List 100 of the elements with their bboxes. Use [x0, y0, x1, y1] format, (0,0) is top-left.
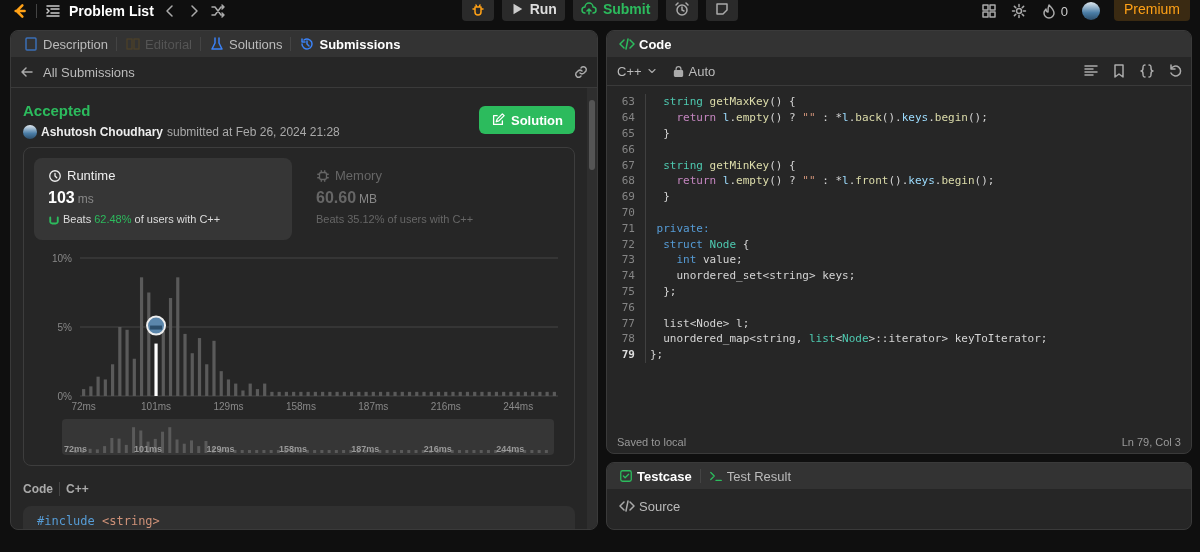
histogram-bar [342, 391, 346, 396]
link-icon [573, 64, 589, 80]
line-number: 66 [620, 142, 636, 156]
histogram-bar [494, 391, 499, 396]
language-label: C++ [66, 482, 89, 496]
beats-text: Beats 62.48% of users with C++ [63, 213, 221, 225]
line-number: 71 [620, 221, 636, 235]
code-line: unordered_map<string, list<Node>::iterator> keyToIterator; [645, 330, 1048, 347]
debug-button[interactable] [461, 0, 494, 21]
histogram-bar [226, 379, 231, 396]
histogram-bar [205, 364, 209, 396]
histogram-bar [103, 379, 107, 396]
grid-icon [980, 3, 997, 19]
source-tab[interactable]: Source [617, 498, 683, 514]
language-select[interactable]: C++ [615, 63, 660, 79]
streak-count: 0 [1060, 3, 1068, 19]
run-button[interactable]: Run [501, 0, 565, 21]
x-tick-label: 129ms [213, 401, 244, 412]
avatar[interactable] [1082, 2, 1100, 20]
line-number: 72 [620, 237, 636, 251]
histogram-bar [161, 331, 165, 396]
histogram-bar [516, 391, 520, 396]
reset-icon [1167, 63, 1183, 79]
code-icon [619, 498, 635, 514]
line-number: 63 [620, 95, 636, 109]
histogram-bar [378, 391, 383, 396]
histogram-bar [248, 383, 252, 396]
histogram-bar [335, 391, 339, 396]
back-arrow-icon [19, 64, 35, 80]
histogram-bar [111, 364, 115, 396]
histogram-bar [154, 343, 158, 396]
histogram-bar [480, 391, 484, 396]
histogram-bar [306, 391, 310, 396]
flask-icon [209, 36, 225, 52]
navigator-label: 101ms [134, 444, 163, 454]
shuffle-icon [209, 3, 226, 19]
y-tick-label: 10% [52, 253, 72, 264]
navigator-label: 129ms [206, 444, 235, 454]
histogram-bar [328, 391, 332, 396]
histogram-bar [277, 391, 281, 396]
histogram-bar [487, 391, 491, 396]
histogram-bar [364, 391, 368, 396]
submit-button[interactable]: Submit [572, 0, 659, 21]
x-tick-label: 244ms [503, 401, 534, 412]
panel-tab[interactable]: Description [21, 36, 111, 52]
stat-card[interactable]: Memory 60.60 MB Beats 35.12% of users with C++ [302, 158, 560, 240]
range-navigator[interactable]: 72ms 101ms 129ms 158ms 187ms 216ms 244ms [62, 419, 554, 455]
code-tab[interactable]: Code [617, 36, 674, 52]
code-line: unordered_set<string> keys; [645, 267, 856, 284]
histogram-bar [321, 391, 325, 396]
document-icon [23, 36, 39, 52]
avatar [23, 125, 37, 139]
histogram-bar [371, 391, 375, 396]
format-icon [1083, 63, 1099, 79]
panel-tab[interactable]: Submissions [297, 36, 403, 52]
histogram-bar [473, 391, 477, 396]
avatar-marker [146, 315, 167, 336]
line-number: 70 [620, 205, 636, 219]
line-number: 64 [620, 111, 636, 125]
stat-card[interactable]: Runtime 103 ms Beats 62.48% of users with C++ [34, 158, 292, 240]
notes-button[interactable] [706, 0, 739, 21]
line-number: 73 [620, 253, 636, 267]
scrollbar[interactable] [587, 88, 597, 529]
histogram-bar [415, 391, 419, 396]
histogram-bar [400, 391, 404, 396]
code-line: private: [645, 220, 710, 237]
console-tab[interactable]: Testcase [617, 468, 694, 484]
panel-tab[interactable]: Solutions [207, 36, 285, 52]
cursor-position: Ln 79, Col 3 [1121, 436, 1181, 448]
line-number: 69 [620, 190, 636, 204]
code-line: } [645, 188, 670, 205]
code-line: string getMaxKey() { [645, 94, 796, 110]
chip-icon [316, 168, 330, 183]
clock-icon [48, 168, 62, 183]
flame-icon [1040, 3, 1057, 19]
histogram-bar [393, 391, 397, 396]
histogram-bar [96, 376, 100, 396]
histogram-bar [263, 383, 267, 396]
histogram-bar [436, 391, 441, 396]
histogram-bar [451, 391, 455, 396]
histogram-bar [270, 391, 274, 396]
author-name[interactable]: Ashutosh Choudhary [41, 125, 163, 139]
histogram-bar [183, 333, 187, 396]
auto-mode[interactable]: Auto [669, 63, 718, 79]
submission-time: submitted at Feb 26, 2024 21:28 [167, 125, 340, 139]
navigator-label: 244ms [496, 444, 525, 454]
timer-button[interactable] [666, 0, 699, 21]
histogram-bar [465, 391, 470, 396]
histogram-bar [212, 340, 216, 396]
code-icon [619, 36, 635, 52]
histogram-bar [299, 391, 303, 396]
histogram-bar [422, 391, 426, 396]
all-submissions-link[interactable]: All Submissions [19, 64, 135, 80]
code-line: return l.empty() ? "" : *l.front().keys.begin(); [645, 173, 995, 189]
histogram-bar [538, 391, 542, 396]
histogram-bar [545, 391, 549, 396]
problem-list-link[interactable]: Problem List [69, 3, 154, 19]
histogram-bar [552, 391, 556, 396]
console-tab[interactable]: Test Result [706, 468, 793, 484]
premium-button[interactable]: Premium [1114, 0, 1190, 21]
